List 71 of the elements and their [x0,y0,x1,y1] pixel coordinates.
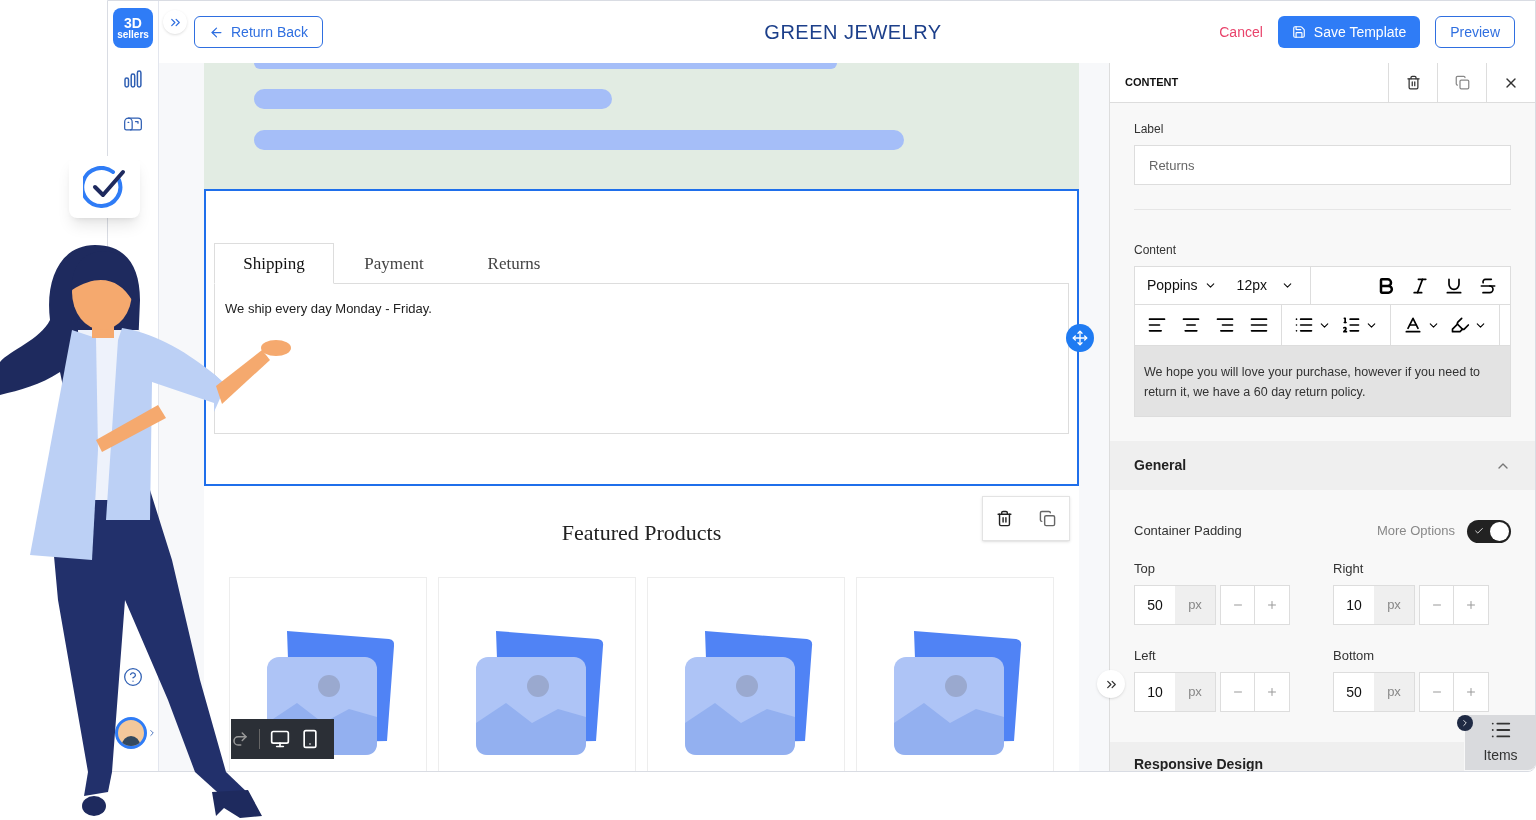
number-field[interactable]: 50 px [1134,585,1216,625]
number-value: 10 [1135,673,1175,711]
move-handle[interactable] [1066,324,1094,352]
desktop-icon[interactable] [270,729,290,749]
font-select[interactable]: Poppins [1147,275,1217,296]
checkmark-icon [82,166,127,208]
delete-icon [1405,75,1421,90]
align-left-icon[interactable] [1147,315,1167,335]
logo-text: 3D [124,16,142,30]
unit-label: px [1374,673,1414,711]
delete-icon[interactable] [996,510,1013,527]
align-justify-icon[interactable] [1249,315,1269,335]
tab[interactable]: Returns [454,243,574,284]
field-label: Right [1333,561,1365,577]
numbered-list-icon[interactable] [1341,315,1361,335]
tab-content-text: We ship every day Monday - Friday. [225,301,432,316]
plus-icon [1266,686,1278,698]
field-label: Top [1134,561,1156,577]
plus-icon [1465,599,1477,611]
align-right-icon[interactable] [1215,315,1235,335]
redo-icon[interactable] [231,730,249,748]
toggle-label: More Options [1376,522,1455,541]
plus-icon [1266,599,1278,611]
text-color-icon[interactable] [1403,315,1423,335]
unit-label: px [1175,673,1215,711]
move-icon [1072,330,1088,346]
check-icon [1474,526,1484,536]
number-value: 10 [1334,586,1374,624]
selected-block[interactable]: Shipping Payment Returns We ship every day Monday - Friday. [204,189,1079,486]
unit-label: px [1374,586,1414,624]
mobile-icon[interactable] [300,729,320,749]
unit-label: px [1175,586,1215,624]
preview-button[interactable]: Preview [1435,16,1515,48]
field-label: Content [1134,242,1178,258]
chevron-right-icon [1460,718,1470,728]
bullet-list-icon[interactable] [1294,315,1314,335]
items-button[interactable]: Items [1465,715,1536,770]
number-value: 50 [1135,586,1175,624]
avatar[interactable] [115,717,147,749]
tab[interactable]: Shipping [214,243,334,284]
section-heading: Featured Products [561,519,722,547]
save-button[interactable]: Save Template [1277,16,1421,48]
page-title: GREEN JEWELRY [764,20,942,45]
logo[interactable]: 3D sellers [113,8,153,48]
number-field[interactable]: 10 px [1333,585,1415,625]
duplicate-icon [1454,75,1470,90]
bar-chart-icon[interactable] [124,70,142,88]
tab[interactable]: Payment [334,243,454,284]
section-header[interactable]: General [1110,441,1535,490]
help-icon[interactable] [123,667,143,687]
panel-title: CONTENT [1124,75,1180,91]
size-select[interactable]: 12px [1236,275,1294,296]
field-label: Bottom [1333,648,1376,664]
cancel-button[interactable]: Cancel [1219,21,1263,43]
logo-text: sellers [117,30,149,40]
save-icon [1291,25,1306,39]
back-button[interactable]: Return Back [194,16,324,48]
number-field[interactable]: 10 px [1134,672,1216,712]
highlighter-icon[interactable] [1450,315,1470,335]
toggle-switch[interactable] [1467,519,1511,543]
align-center-icon[interactable] [1181,315,1201,335]
duplicate-icon[interactable] [1039,510,1056,527]
number-field[interactable]: 50 px [1333,672,1415,712]
italic-icon[interactable] [1410,275,1430,296]
label-field[interactable]: Returns [1134,145,1511,185]
plus-icon [1465,686,1477,698]
section-header[interactable]: Responsive Design [1110,742,1464,771]
number-value: 50 [1334,673,1374,711]
field-label: Label [1134,121,1165,137]
field-label: Left [1134,648,1157,664]
section-label: Container Padding [1134,522,1242,541]
